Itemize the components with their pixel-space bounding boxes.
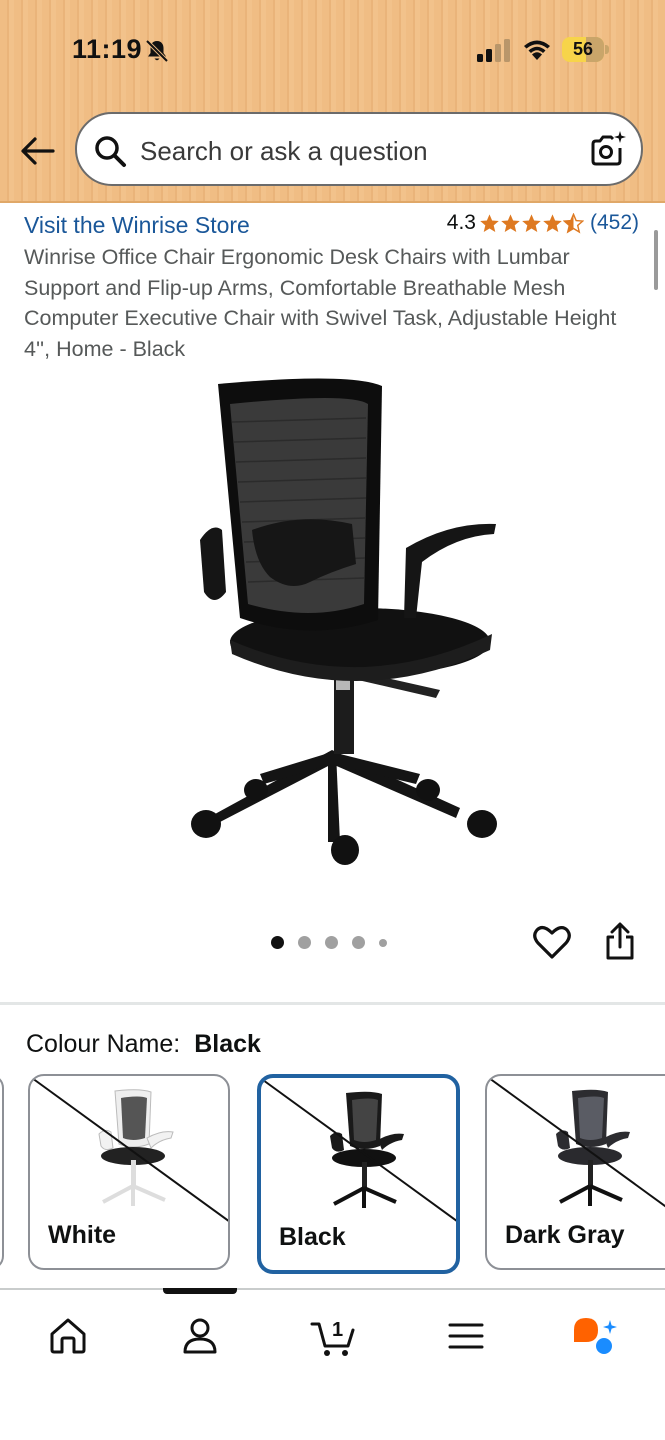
scroll-indicator (654, 230, 658, 290)
battery-level: 56 (572, 39, 594, 59)
carousel-dot[interactable] (325, 936, 338, 949)
carousel-dot[interactable] (298, 936, 311, 949)
status-time: 11:19 (72, 34, 143, 64)
half-star-icon (562, 212, 584, 233)
search-input[interactable] (140, 134, 570, 168)
carousel-dot[interactable] (352, 936, 365, 949)
search-bar[interactable] (75, 112, 643, 186)
colour-swatch-partial[interactable] (0, 1074, 4, 1270)
bell-muted-icon (145, 39, 169, 63)
colour-swatch-dark-gray[interactable]: Dark Gray (485, 1074, 665, 1270)
colour-option-label: White (48, 1221, 117, 1249)
carousel-dot[interactable] (379, 938, 387, 947)
wifi-icon (524, 40, 550, 60)
back-button[interactable] (18, 132, 58, 170)
menu-icon[interactable] (444, 1314, 488, 1358)
battery-icon: 56 (562, 37, 610, 62)
cart-count: 1 (332, 1319, 343, 1341)
wishlist-heart-icon[interactable] (532, 922, 572, 962)
product-title: Winrise Office Chair Ergonomic Desk Chai… (24, 245, 617, 361)
colour-option-label: Dark Gray (505, 1221, 625, 1249)
star-icon (543, 213, 562, 232)
colour-name-label: Colour Name: Black (26, 1030, 261, 1059)
store-link[interactable]: Visit the Winrise Store (24, 212, 250, 239)
colour-swatch-black[interactable]: Black (257, 1074, 460, 1274)
star-rating (479, 212, 584, 234)
colour-option-label: Black (279, 1223, 346, 1251)
colour-name-heading: Colour Name: (26, 1030, 181, 1058)
carousel-dot[interactable] (271, 936, 284, 949)
star-icon (480, 213, 499, 232)
cart-icon[interactable]: 1 (310, 1314, 356, 1358)
section-divider (0, 1002, 665, 1005)
signal-icon (477, 39, 510, 62)
star-icon (501, 213, 520, 232)
colour-swatch-white[interactable]: White (28, 1074, 230, 1270)
review-count[interactable]: (452) (590, 211, 639, 235)
back-arrow-icon (21, 137, 55, 165)
rating-value: 4.3 (446, 211, 476, 234)
image-carousel-dots (271, 936, 401, 949)
camera-search-icon[interactable] (587, 130, 627, 170)
rating-summary[interactable]: 4.3 (452) (447, 211, 639, 235)
app-header: 11:19 56 (0, 0, 665, 203)
search-icon (95, 136, 126, 167)
status-bar: 11:19 56 (0, 0, 665, 100)
share-icon[interactable] (603, 922, 637, 962)
rufus-assistant-icon[interactable] (570, 1314, 620, 1358)
home-icon[interactable] (46, 1314, 90, 1358)
star-icon (522, 213, 541, 232)
product-image[interactable] (160, 372, 505, 872)
colour-selected-value: Black (194, 1030, 261, 1058)
bottom-navigation-bar (0, 1288, 665, 1440)
active-tab-indicator (163, 1288, 237, 1294)
account-icon[interactable] (178, 1314, 222, 1358)
